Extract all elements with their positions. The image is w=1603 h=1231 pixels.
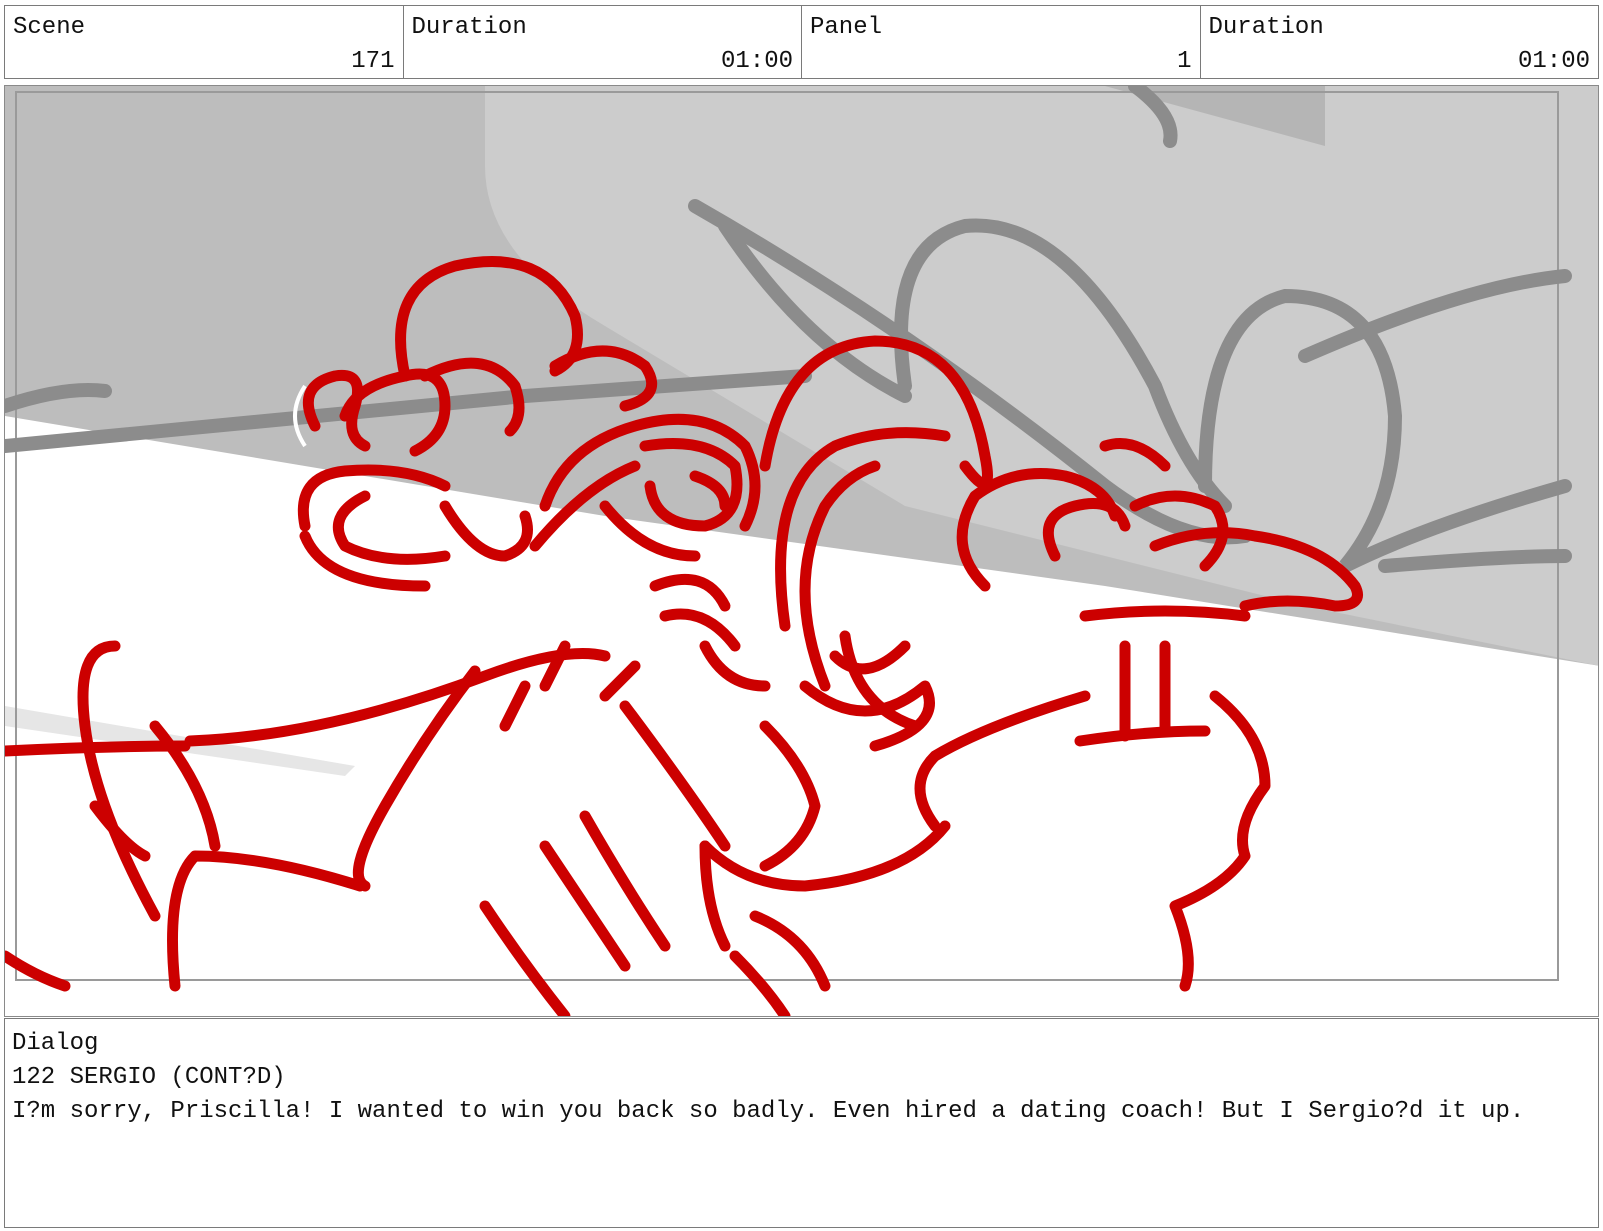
panel-duration-cell: Duration 01:00 bbox=[1201, 6, 1599, 78]
scene-cell: Scene 171 bbox=[5, 6, 404, 78]
panel-duration-label: Duration bbox=[1208, 14, 1324, 41]
dialog-character-line: 122 SERGIO (CONT?D) bbox=[12, 1064, 286, 1091]
scene-duration-label: Duration bbox=[411, 14, 527, 41]
panel-duration-value: 01:00 bbox=[1517, 48, 1590, 75]
panel-label: Panel bbox=[810, 14, 883, 41]
panel-header: Scene 171 Duration 01:00 Panel 1 Duratio… bbox=[4, 5, 1599, 79]
panel-number: 1 bbox=[1177, 48, 1192, 75]
storyboard-panel-image bbox=[4, 85, 1599, 1017]
dialog-text: I?m sorry, Priscilla! I wanted to win yo… bbox=[12, 1098, 1525, 1125]
dialog-label: Dialog bbox=[12, 1030, 99, 1057]
scene-duration-cell: Duration 01:00 bbox=[404, 6, 802, 78]
scene-duration-value: 01:00 bbox=[720, 48, 793, 75]
panel-cell: Panel 1 bbox=[802, 6, 1201, 78]
scene-label: Scene bbox=[13, 14, 86, 41]
scene-number: 171 bbox=[351, 48, 395, 75]
dialog-box: Dialog 122 SERGIO (CONT?D) I?m sorry, Pr… bbox=[4, 1018, 1599, 1228]
storyboard-sketch bbox=[5, 86, 1598, 1016]
